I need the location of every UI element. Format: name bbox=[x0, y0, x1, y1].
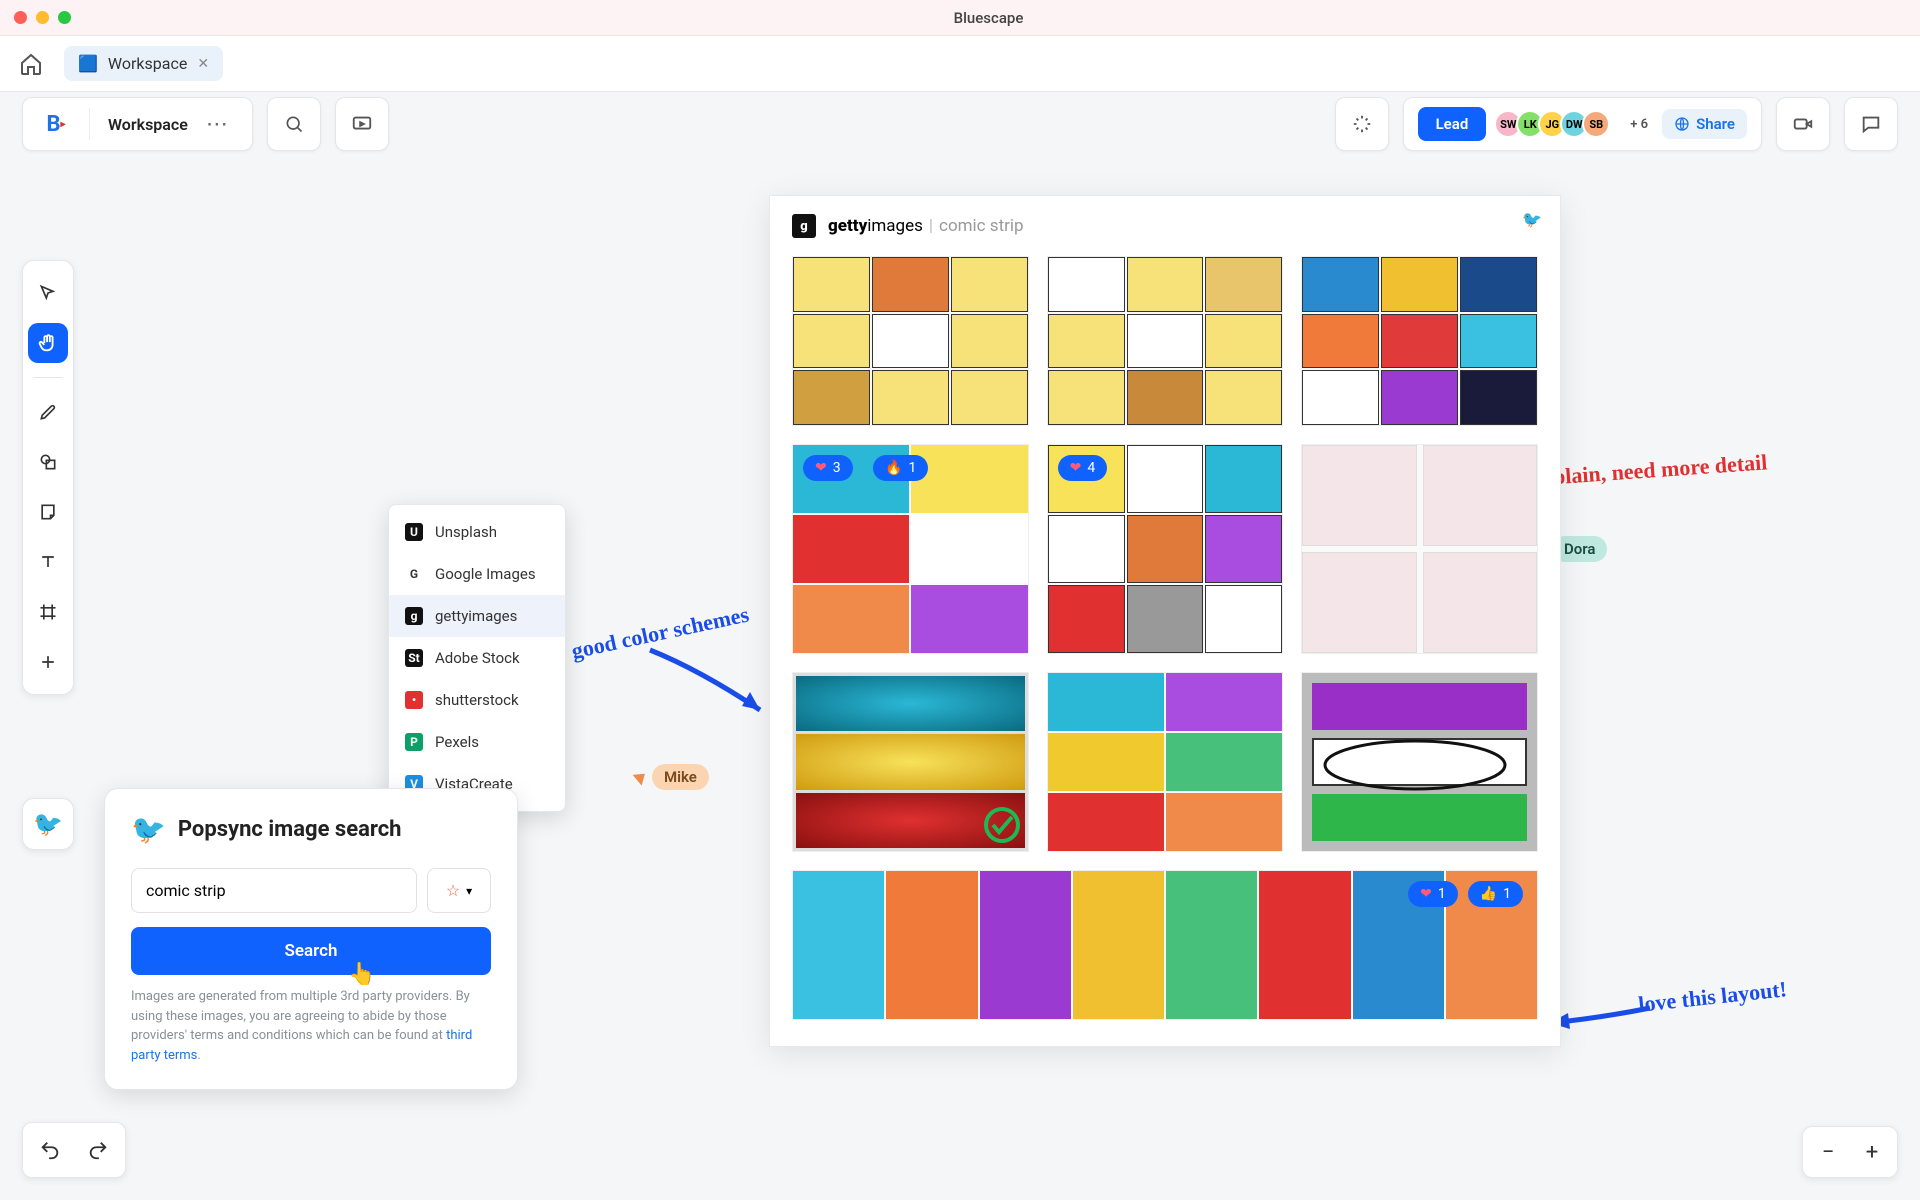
result-thumbnail[interactable] bbox=[792, 256, 1029, 426]
circle-annotation-icon bbox=[1320, 737, 1510, 793]
provider-option[interactable]: U Unsplash bbox=[389, 511, 565, 553]
results-source-label: gettyimages|comic strip bbox=[828, 216, 1024, 236]
tool-rail bbox=[22, 260, 74, 695]
popsync-badge-icon: 🐦 bbox=[1522, 210, 1542, 229]
comment-button[interactable] bbox=[1844, 97, 1898, 151]
undo-button[interactable] bbox=[31, 1131, 69, 1169]
select-tool[interactable] bbox=[28, 273, 68, 313]
popsync-icon: 🐦 bbox=[131, 813, 166, 846]
provider-option[interactable]: • shutterstock bbox=[389, 679, 565, 721]
provider-option[interactable]: g gettyimages bbox=[389, 595, 565, 637]
workspace-tab-icon: 🟦 bbox=[78, 54, 98, 73]
redo-button[interactable] bbox=[79, 1131, 117, 1169]
result-thumbnail[interactable] bbox=[1301, 444, 1538, 654]
app-logo[interactable]: B▸ bbox=[23, 112, 89, 137]
note-tool[interactable] bbox=[28, 492, 68, 532]
avatar-stack[interactable]: SWLKJGDWSB bbox=[1500, 110, 1610, 138]
shape-tool[interactable] bbox=[28, 442, 68, 482]
provider-label: Pexels bbox=[435, 733, 479, 751]
provider-option[interactable]: St Adobe Stock bbox=[389, 637, 565, 679]
reaction-badge[interactable]: ❤4 bbox=[1058, 455, 1108, 481]
provider-label: Google Images bbox=[435, 565, 536, 583]
text-tool[interactable] bbox=[28, 542, 68, 582]
provider-icon: P bbox=[405, 733, 423, 751]
undo-redo-group bbox=[22, 1122, 126, 1178]
popsync-search-panel: 🐦 Popsync image search ☆ ▾ Search Images… bbox=[104, 788, 518, 1090]
popsync-title: 🐦 Popsync image search bbox=[131, 813, 491, 846]
reaction-badge[interactable]: 👍1 bbox=[1468, 881, 1523, 907]
video-button[interactable] bbox=[1776, 97, 1830, 151]
draw-tool[interactable] bbox=[28, 392, 68, 432]
result-thumbnail[interactable]: ❤4 bbox=[1047, 444, 1284, 654]
present-button[interactable] bbox=[335, 97, 389, 151]
provider-label: Adobe Stock bbox=[435, 649, 520, 667]
provider-option[interactable]: G Google Images bbox=[389, 553, 565, 595]
provider-icon: g bbox=[405, 607, 423, 625]
result-thumbnail[interactable]: ❤1 👍1 bbox=[792, 870, 1538, 1020]
lead-button[interactable]: Lead bbox=[1418, 107, 1487, 141]
provider-icon: U bbox=[405, 523, 423, 541]
reaction-badge[interactable]: 🔥1 bbox=[873, 455, 928, 481]
tabbar: 🟦 Workspace ✕ bbox=[0, 36, 1920, 92]
popsync-icon: 🐦 bbox=[33, 810, 63, 838]
workspace-name[interactable]: Workspace bbox=[90, 115, 206, 134]
maximize-icon[interactable] bbox=[58, 11, 71, 24]
star-icon: ☆ bbox=[446, 881, 460, 900]
share-button[interactable]: Share bbox=[1662, 109, 1747, 139]
arrow-icon bbox=[640, 640, 790, 740]
collaborators-strip: Lead SWLKJGDWSB + 6 Share bbox=[1403, 97, 1762, 151]
result-thumbnail[interactable] bbox=[1301, 256, 1538, 426]
close-icon[interactable] bbox=[14, 11, 27, 24]
provider-label: gettyimages bbox=[435, 607, 517, 625]
result-thumbnail[interactable] bbox=[1047, 672, 1284, 852]
reaction-badge[interactable]: ❤1 bbox=[1408, 881, 1458, 907]
avatar[interactable]: SB bbox=[1582, 110, 1610, 138]
chevron-down-icon: ▾ bbox=[466, 884, 472, 898]
result-thumbnail[interactable]: ❤3 🔥1 bbox=[792, 444, 1029, 654]
more-collaborators-count[interactable]: + 6 bbox=[1630, 117, 1648, 132]
result-thumbnail[interactable] bbox=[1047, 256, 1284, 426]
provider-option[interactable]: P Pexels bbox=[389, 721, 565, 763]
popsync-tool[interactable]: 🐦 bbox=[22, 798, 74, 850]
zoom-in-button[interactable]: + bbox=[1853, 1133, 1891, 1171]
app-toolbar: B▸ Workspace ⋯ Lead SWLKJGDWSB + 6 Share bbox=[0, 92, 1920, 156]
getty-badge-icon: g bbox=[792, 214, 816, 238]
provider-label: Unsplash bbox=[435, 523, 497, 541]
minimize-icon[interactable] bbox=[36, 11, 49, 24]
checkmark-icon bbox=[984, 807, 1020, 843]
zoom-controls: − + bbox=[1802, 1126, 1898, 1178]
results-header: g gettyimages|comic strip bbox=[792, 214, 1538, 238]
workspace-menu-button[interactable]: ⋯ bbox=[206, 112, 252, 137]
result-thumbnail[interactable] bbox=[1301, 672, 1538, 852]
home-button[interactable] bbox=[16, 49, 46, 79]
image-results-card[interactable]: g gettyimages|comic strip 🐦 ❤3 🔥1 ❤4 bbox=[770, 196, 1560, 1046]
window-titlebar: Bluescape bbox=[0, 0, 1920, 36]
reaction-badge[interactable]: ❤3 bbox=[803, 455, 853, 481]
results-grid: ❤3 🔥1 ❤4 ❤1 👍1 bbox=[792, 256, 1538, 1020]
pan-tool[interactable] bbox=[28, 323, 68, 363]
workspace-tab[interactable]: 🟦 Workspace ✕ bbox=[64, 46, 223, 81]
provider-icon: • bbox=[405, 691, 423, 709]
workspace-tab-label: Workspace bbox=[108, 54, 187, 73]
provider-dropdown[interactable]: U Unsplash G Google Images g gettyimages St Ado… bbox=[388, 504, 566, 812]
result-thumbnail[interactable] bbox=[792, 672, 1029, 852]
window-title: Bluescape bbox=[71, 9, 1906, 27]
add-tool[interactable] bbox=[28, 642, 68, 682]
provider-label: shutterstock bbox=[435, 691, 519, 709]
close-tab-icon[interactable]: ✕ bbox=[197, 56, 209, 72]
window-controls bbox=[14, 11, 71, 24]
share-label: Share bbox=[1696, 115, 1735, 133]
effects-button[interactable] bbox=[1335, 97, 1389, 151]
favorites-dropdown[interactable]: ☆ ▾ bbox=[427, 868, 491, 913]
legal-text: Images are generated from multiple 3rd p… bbox=[131, 987, 491, 1065]
provider-icon: G bbox=[405, 565, 423, 583]
mouse-cursor-icon: 👆 bbox=[348, 962, 375, 987]
search-button[interactable]: Search bbox=[131, 927, 491, 975]
search-input[interactable] bbox=[131, 868, 417, 913]
collaborator-cursor-mike: Mike bbox=[636, 764, 709, 790]
zoom-out-button[interactable]: − bbox=[1809, 1133, 1847, 1171]
frame-tool[interactable] bbox=[28, 592, 68, 632]
search-button[interactable] bbox=[267, 97, 321, 151]
provider-icon: St bbox=[405, 649, 423, 667]
